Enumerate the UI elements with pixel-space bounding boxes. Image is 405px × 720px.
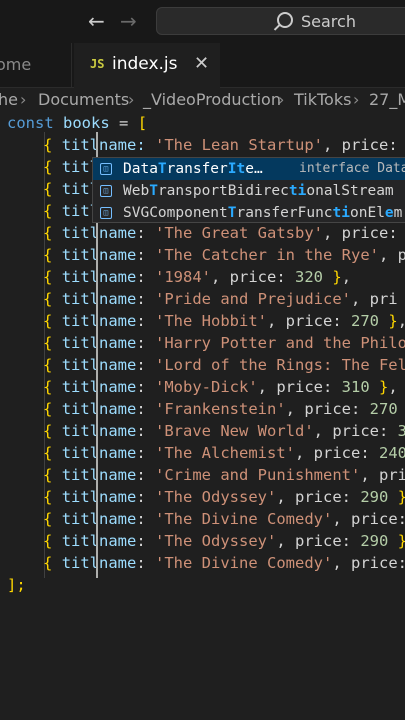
autocomplete-item[interactable]: ◫ WebTransportBidirectionalStream <box>93 180 405 202</box>
code-line: const books = [ <box>7 114 148 132</box>
breadcrumb-item[interactable]: Documents <box>38 90 129 109</box>
tab-label: ome <box>0 55 32 74</box>
breadcrumb-item[interactable]: _VideoProduction <box>143 90 281 109</box>
book-row: { titlname: '1984', price: 320 }, <box>43 268 352 286</box>
breadcrumb: he › Documents › _VideoProduction › TikT… <box>0 88 405 112</box>
tab-label: index.js <box>112 54 178 74</box>
autocomplete-item[interactable]: ◫ SVGComponentTransferFunctionElem <box>93 202 405 222</box>
interface-symbol-icon: ◫ <box>100 185 112 197</box>
autocomplete-item-label: SVGComponentTransferFunctionElem <box>123 205 403 221</box>
interface-symbol-icon: ◫ <box>100 163 112 175</box>
breadcrumb-separator-icon: › <box>20 90 27 109</box>
code-line: { titl <box>43 158 100 176</box>
autocomplete-item-detail: interface DataT <box>299 161 405 176</box>
search-icon <box>277 12 293 28</box>
close-icon[interactable]: ✕ <box>194 53 209 74</box>
breadcrumb-separator-icon: › <box>353 90 360 109</box>
code-line: ]; <box>7 576 26 594</box>
search-label: Search <box>301 12 356 31</box>
breadcrumb-item[interactable]: TikToks <box>294 90 351 109</box>
breadcrumb-separator-icon: › <box>128 90 135 109</box>
breadcrumb-separator-icon: › <box>278 90 285 109</box>
interface-symbol-icon: ◫ <box>100 207 112 219</box>
tab-bar: ome JS index.js ✕ <box>0 43 405 88</box>
breadcrumb-item[interactable]: he <box>0 90 18 109</box>
code-line: { titl <box>43 180 100 198</box>
forward-arrow-icon[interactable]: → <box>120 9 137 33</box>
breadcrumb-item[interactable]: 27_M <box>369 90 405 109</box>
autocomplete-popup: ◫ DataTransferIte… interface DataT ◫ Web… <box>92 157 405 223</box>
title-bar: ← → Search <box>0 0 405 43</box>
autocomplete-item-label: WebTransportBidirectionalStream <box>123 183 394 199</box>
javascript-file-icon: JS <box>90 57 105 71</box>
tab-index-js[interactable]: JS index.js ✕ <box>74 43 220 88</box>
tab-welcome[interactable]: ome <box>0 43 72 87</box>
autocomplete-item-label: DataTransferIte… <box>123 161 263 177</box>
code-line: { titl <box>43 202 100 220</box>
back-arrow-icon[interactable]: ← <box>88 9 105 33</box>
command-center-search[interactable]: Search <box>156 7 405 35</box>
autocomplete-item[interactable]: ◫ DataTransferIte… interface DataT <box>93 158 405 180</box>
